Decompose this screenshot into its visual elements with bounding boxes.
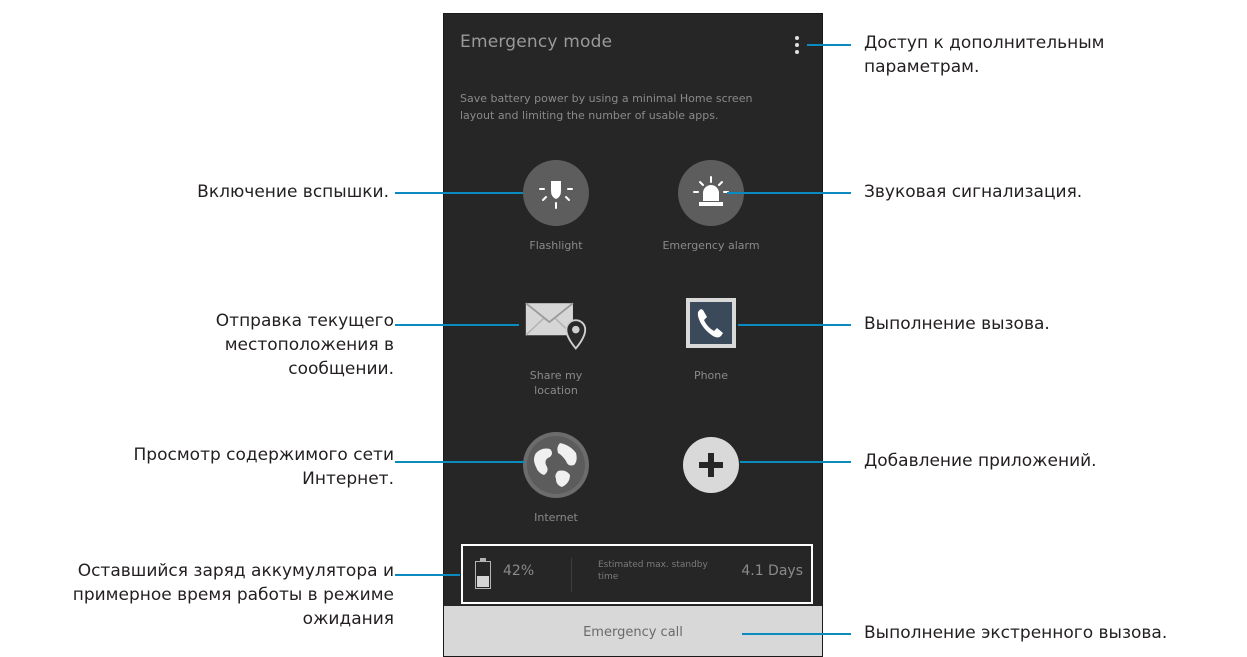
callout-more-options: Доступ к дополнительным параметрам. bbox=[864, 33, 1105, 77]
emergency-alarm-app[interactable]: Emergency alarm bbox=[636, 160, 786, 253]
callout-line bbox=[395, 461, 525, 463]
callout-phone: Выполнение вызова. bbox=[864, 314, 1050, 334]
plus-icon bbox=[683, 437, 739, 493]
callout-line bbox=[807, 44, 851, 46]
app-label: Flashlight bbox=[529, 239, 583, 252]
callout-add-apps: Добавление приложений. bbox=[864, 451, 1097, 471]
globe-icon bbox=[523, 432, 589, 498]
callout-line bbox=[395, 574, 460, 576]
more-options-icon[interactable] bbox=[789, 33, 805, 57]
battery-status-panel: 42% Estimated max. standby time 4.1 Days bbox=[461, 544, 813, 604]
mode-description: Save battery power by using a minimal Ho… bbox=[460, 92, 753, 122]
callout-line bbox=[742, 633, 851, 635]
callout-emergency-call: Выполнение экстренного вызова. bbox=[864, 623, 1168, 643]
app-label: Share my location bbox=[529, 369, 583, 397]
callout-battery: Оставшийся заряд аккумулятора и примерно… bbox=[72, 561, 394, 629]
emergency-mode-screen: Emergency mode Save battery power by usi… bbox=[443, 13, 823, 657]
app-label: Emergency alarm bbox=[662, 239, 760, 252]
phone-app[interactable]: Phone bbox=[636, 290, 786, 383]
callout-alarm: Звуковая сигнализация. bbox=[864, 182, 1083, 202]
envelope-location-icon bbox=[523, 290, 589, 356]
emergency-call-button[interactable]: Emergency call bbox=[444, 606, 822, 656]
estimated-standby-label: Estimated max. standby time bbox=[598, 560, 708, 582]
estimated-standby-value: 4.1 Days bbox=[741, 563, 803, 579]
callout-line bbox=[740, 461, 851, 463]
callout-line bbox=[727, 192, 851, 194]
share-location-app[interactable]: Share my location bbox=[481, 290, 631, 398]
callout-line bbox=[395, 192, 523, 194]
callout-flashlight: Включение вспышки. bbox=[197, 182, 389, 202]
app-label: Internet bbox=[534, 511, 578, 524]
divider bbox=[571, 558, 572, 592]
screen-title: Emergency mode bbox=[460, 32, 613, 52]
flashlight-app[interactable]: Flashlight bbox=[481, 160, 631, 253]
battery-icon bbox=[475, 558, 491, 589]
flashlight-icon bbox=[523, 160, 589, 226]
callout-line bbox=[738, 324, 851, 326]
callout-share-location: Отправка текущего местоположения в сообщ… bbox=[215, 311, 394, 379]
battery-percent: 42% bbox=[503, 563, 535, 579]
app-label: Phone bbox=[693, 369, 729, 382]
callout-line bbox=[395, 324, 519, 326]
callout-internet: Просмотр содержимого сети Интернет. bbox=[133, 445, 394, 489]
internet-app[interactable]: Internet bbox=[481, 432, 631, 525]
phone-icon bbox=[678, 290, 744, 356]
